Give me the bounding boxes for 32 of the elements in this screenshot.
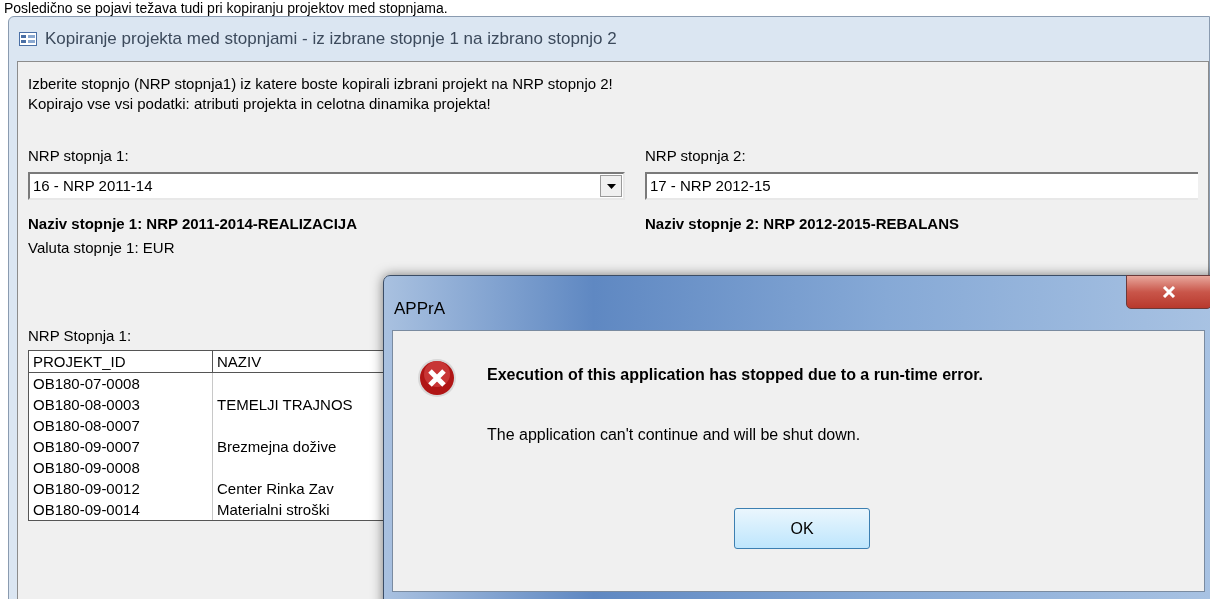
table-cell: Materialni stroški (217, 501, 330, 518)
stage-name-text: Naziv stopnje 2: NRP 2012-2015-REBALANS (645, 214, 960, 234)
table-cell: Center Rinka Zav (217, 480, 334, 497)
error-heading: Execution of this application has stopped due to a run-time error. (487, 365, 984, 385)
field-label: NRP stopnja 1: (28, 146, 130, 166)
table-cell: OB180-07-0008 (33, 375, 140, 392)
table-cell: OB180-09-0014 (33, 501, 140, 518)
close-icon (1162, 286, 1176, 298)
field-label: NRP stopnja 2: (645, 146, 747, 166)
window-title: Kopiranje projekta med stopnjami - iz izbrane stopnje 1 na izbrano stopnjo 2 (45, 28, 617, 51)
caption: Posledično se pojavi težava tudi pri kopiranju projektov med stopnjama. (3, 0, 449, 16)
instruction-text: Kopirajo vse vsi podatki: atributi projekta in celotna dinamika projekta! (28, 94, 492, 114)
stage-name-text: Naziv stopnje 1: NRP 2011-2014-REALIZACIJA (28, 214, 358, 234)
error-message: The application can't continue and will be shut down. (487, 425, 862, 445)
instruction-text: Izberite stopnjo (NRP stopnja1) iz katere boste kopirali izbrani projekt na NRP stopnjo 2! (28, 74, 614, 94)
table-cell: OB180-09-0007 (33, 438, 140, 455)
table-title: NRP Stopnja 1: (28, 326, 133, 346)
error-icon (417, 358, 457, 398)
form-icon (19, 32, 37, 46)
currency-text: Valuta stopnje 1: EUR (28, 238, 176, 258)
table-cell: TEMELJI TRAJNOS (217, 396, 353, 413)
ok-button[interactable]: OK (734, 508, 870, 549)
table-cell: OB180-08-0007 (33, 417, 140, 434)
table-cell: OB180-08-0003 (33, 396, 140, 413)
stage-1-combobox[interactable]: 16 - NRP 2011-14 (28, 172, 625, 200)
dialog-title: APPrA (393, 298, 446, 321)
column-header[interactable]: PROJEKT_ID (29, 351, 213, 372)
stage-2-field[interactable]: 17 - NRP 2012-15 (645, 172, 1198, 200)
close-button[interactable] (1126, 275, 1210, 309)
table-cell: OB180-09-0008 (33, 459, 140, 476)
table-cell: OB180-09-0012 (33, 480, 140, 497)
table-cell: Brezmejna dožive (217, 438, 337, 455)
